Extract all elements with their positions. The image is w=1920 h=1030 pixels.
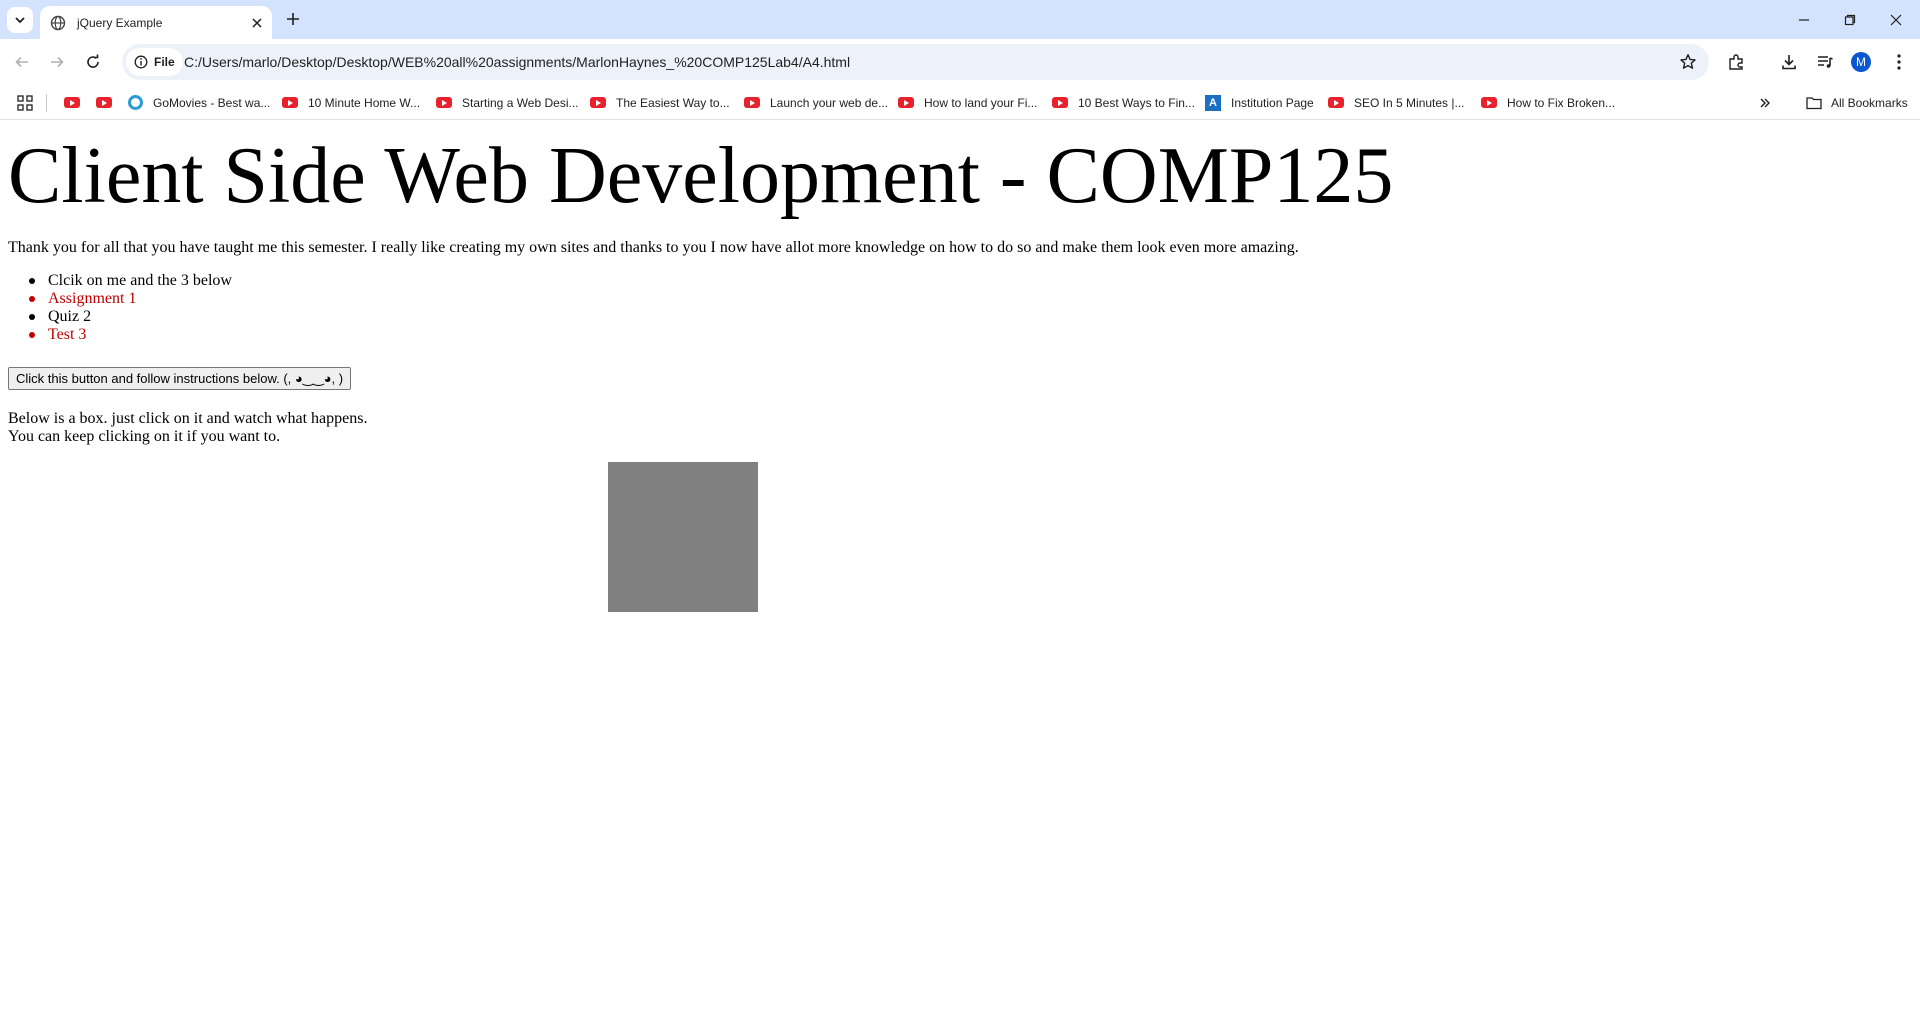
- institution-icon: A: [1205, 94, 1221, 111]
- reload-button[interactable]: [80, 49, 106, 75]
- youtube-icon: [898, 97, 914, 108]
- close-tab-icon[interactable]: [248, 14, 266, 32]
- list-item[interactable]: Test 3: [8, 326, 232, 344]
- instruction-line: You can keep clicking on it if you want …: [8, 428, 281, 445]
- bookmark-seo[interactable]: SEO In 5 Minutes |...: [1328, 85, 1465, 120]
- page-content: Client Side Web Development - COMP125 Th…: [0, 121, 1920, 1030]
- more-bookmarks-icon[interactable]: [1756, 94, 1774, 112]
- media-control-icon[interactable]: [1813, 50, 1837, 74]
- all-bookmarks-label: All Bookmarks: [1831, 95, 1908, 110]
- bookmark-youtube-2[interactable]: [96, 85, 112, 120]
- bookmark-label: How to land your Fi...: [924, 95, 1038, 110]
- youtube-icon: [64, 97, 80, 108]
- bookmark-web-design[interactable]: Starting a Web Desi...: [436, 85, 579, 120]
- restore-icon: [1844, 14, 1856, 26]
- restore-button[interactable]: [1835, 6, 1865, 34]
- download-icon[interactable]: [1777, 50, 1801, 74]
- box-instructions: Below is a box. just click on it and wat…: [8, 410, 367, 446]
- close-window-button[interactable]: [1881, 6, 1911, 34]
- youtube-icon: [96, 97, 112, 108]
- bookmark-label: Institution Page: [1231, 95, 1314, 110]
- youtube-icon: [590, 97, 606, 108]
- youtube-icon: [1328, 97, 1344, 108]
- site-info-chip[interactable]: File: [126, 48, 183, 76]
- minimize-icon: [1799, 19, 1809, 21]
- youtube-icon: [744, 97, 760, 108]
- bookmarks-divider: [46, 94, 47, 112]
- tab-strip: jQuery Example: [0, 0, 1920, 39]
- bookmark-easiest-way[interactable]: The Easiest Way to...: [590, 85, 730, 120]
- youtube-icon: [1052, 97, 1068, 108]
- youtube-icon: [1481, 97, 1497, 108]
- chevron-down-icon: [15, 17, 25, 24]
- bookmark-youtube-1[interactable]: [64, 85, 80, 120]
- bookmark-label: 10 Best Ways to Fin...: [1078, 95, 1195, 110]
- bookmark-label: GoMovies - Best wa...: [153, 95, 271, 110]
- active-tab[interactable]: jQuery Example: [40, 6, 272, 39]
- bookmark-label: The Easiest Way to...: [616, 95, 730, 110]
- tab-search-button[interactable]: [7, 7, 33, 33]
- close-icon: [1890, 14, 1902, 26]
- instructions-button[interactable]: Click this button and follow instruction…: [8, 367, 352, 390]
- bookmark-institution[interactable]: A Institution Page: [1205, 85, 1314, 120]
- new-tab-button[interactable]: [282, 8, 304, 30]
- extensions-icon[interactable]: [1724, 50, 1748, 74]
- bookmark-land-first[interactable]: How to land your Fi...: [898, 85, 1037, 120]
- youtube-icon: [282, 97, 298, 108]
- globe-icon: [50, 15, 66, 31]
- bookmark-gomovies[interactable]: GoMovies - Best wa...: [128, 85, 270, 120]
- forward-button[interactable]: [44, 49, 70, 75]
- info-icon: [134, 55, 148, 69]
- page-title: Client Side Web Development - COMP125: [8, 132, 1394, 220]
- click-box[interactable]: [608, 462, 758, 612]
- url-text[interactable]: C:/Users/marlo/Desktop/Desktop/WEB%20all…: [184, 54, 850, 70]
- plus-icon: [287, 13, 299, 25]
- bookmark-best-ways[interactable]: 10 Best Ways to Fin...: [1052, 85, 1195, 120]
- profile-avatar[interactable]: M: [1851, 52, 1871, 72]
- address-bar[interactable]: File C:/Users/marlo/Desktop/Desktop/WEB%…: [122, 44, 1709, 80]
- tab-title: jQuery Example: [77, 15, 163, 30]
- bookmark-label: How to Fix Broken...: [1507, 95, 1616, 110]
- list-item[interactable]: Assignment 1: [8, 290, 232, 308]
- course-list: Clcik on me and the 3 below Assignment 1…: [8, 272, 232, 344]
- bookmark-label: 10 Minute Home W...: [308, 95, 421, 110]
- youtube-icon: [436, 97, 452, 108]
- kebab-menu-icon[interactable]: [1887, 50, 1911, 74]
- minimize-button[interactable]: [1789, 6, 1819, 34]
- back-button[interactable]: [9, 49, 35, 75]
- list-item[interactable]: Quiz 2: [8, 308, 232, 326]
- arrow-left-icon: [15, 56, 28, 68]
- gomovies-icon: [128, 95, 143, 110]
- apps-grid-icon[interactable]: [16, 94, 34, 112]
- bookmark-home-workout[interactable]: 10 Minute Home W...: [282, 85, 420, 120]
- all-bookmarks-button[interactable]: All Bookmarks: [1806, 85, 1908, 120]
- bookmark-label: Starting a Web Desi...: [462, 95, 579, 110]
- bookmark-label: Launch your web de...: [770, 95, 889, 110]
- bookmark-launch-web[interactable]: Launch your web de...: [744, 85, 888, 120]
- bookmark-fix-broken[interactable]: How to Fix Broken...: [1481, 85, 1615, 120]
- arrow-right-icon: [51, 56, 64, 68]
- folder-icon: [1806, 96, 1822, 109]
- instruction-line: Below is a box. just click on it and wat…: [8, 410, 368, 427]
- bookmark-label: SEO In 5 Minutes |...: [1354, 95, 1465, 110]
- list-item[interactable]: Clcik on me and the 3 below: [8, 272, 232, 290]
- file-chip-label: File: [154, 55, 175, 69]
- star-icon[interactable]: [1679, 53, 1697, 71]
- browser-toolbar: File C:/Users/marlo/Desktop/Desktop/WEB%…: [0, 39, 1920, 85]
- bookmarks-bar: GoMovies - Best wa... 10 Minute Home W..…: [0, 85, 1920, 120]
- intro-paragraph: Thank you for all that you have taught m…: [8, 239, 1299, 256]
- reload-icon: [87, 54, 99, 68]
